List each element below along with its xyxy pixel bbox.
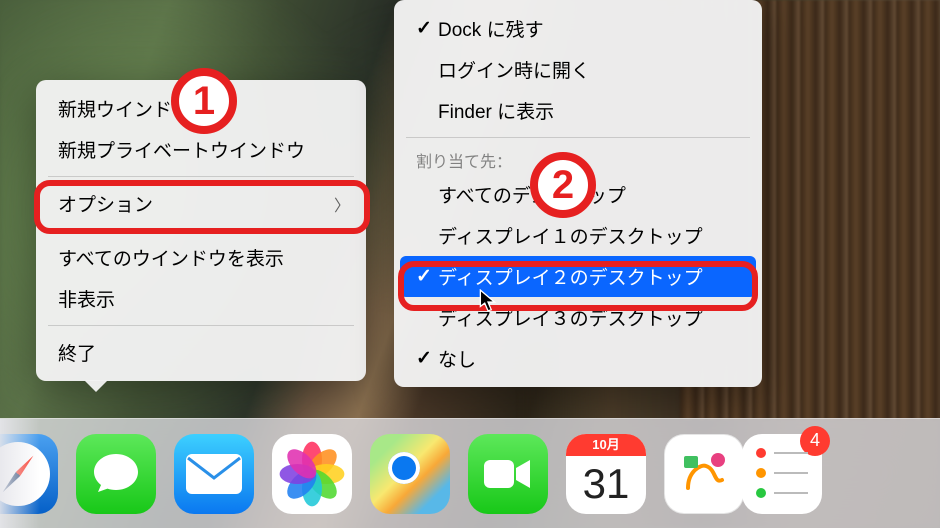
menu-new-private-window[interactable]: 新規プライベートウインドウ	[36, 129, 366, 170]
menu-item-label: すべてのウインドウを表示	[58, 244, 284, 271]
dock-reminders-icon[interactable]: 4	[742, 434, 822, 514]
menu-item-label: Dock に残す	[438, 15, 544, 42]
menu-separator	[406, 137, 750, 138]
menu-hide[interactable]: 非表示	[36, 278, 366, 319]
menu-item-label: Finder に表示	[438, 97, 554, 124]
submenu-open-at-login[interactable]: ログイン時に開く	[394, 49, 762, 90]
submenu-show-in-finder[interactable]: Finder に表示	[394, 90, 762, 131]
menu-pointer-icon	[84, 380, 108, 392]
dock-calendar-icon[interactable]: 10月 31	[566, 434, 646, 514]
badge-count: 4	[810, 430, 820, 451]
menu-item-label: 非表示	[58, 285, 115, 312]
dock-facetime-icon[interactable]	[468, 434, 548, 514]
location-arrow-icon: ➤	[390, 453, 416, 484]
dock-maps-icon[interactable]: ➤	[370, 434, 450, 514]
menu-item-label: 新規プライベートウインドウ	[58, 136, 305, 163]
menu-item-label: ディスプレイ２のデスクトップ	[438, 263, 703, 290]
submenu-assign-display-3[interactable]: ディスプレイ３のデスクトップ	[394, 297, 762, 338]
dock-photos-icon[interactable]	[272, 434, 352, 514]
menu-separator	[48, 325, 354, 326]
menu-item-label: オプション	[58, 190, 153, 217]
menu-item-label: ディスプレイ３のデスクトップ	[438, 304, 703, 331]
annotation-number: 1	[193, 79, 215, 124]
dock-mail-icon[interactable]	[174, 434, 254, 514]
calendar-month-label: 10月	[566, 434, 646, 456]
menu-separator	[48, 176, 354, 177]
menu-separator	[48, 230, 354, 231]
check-icon: ✓	[416, 265, 438, 288]
notification-badge: 4	[800, 426, 830, 456]
submenu-assign-display-2[interactable]: ✓ ディスプレイ２のデスクトップ	[400, 256, 756, 297]
calendar-day-label: 31	[566, 456, 646, 512]
menu-options[interactable]: オプション 〉	[36, 183, 366, 224]
dock-safari-icon[interactable]	[0, 434, 58, 514]
annotation-number: 2	[552, 163, 574, 208]
mouse-cursor-icon	[479, 289, 497, 313]
chevron-right-icon: 〉	[334, 192, 350, 216]
dock-freeform-icon[interactable]	[664, 434, 744, 514]
menu-item-label: 終了	[58, 339, 96, 366]
menu-show-all-windows[interactable]: すべてのウインドウを表示	[36, 237, 366, 278]
submenu-keep-in-dock[interactable]: ✓ Dock に残す	[394, 8, 762, 49]
menu-item-label: なし	[438, 345, 476, 372]
menu-item-label: ログイン時に開く	[438, 56, 590, 83]
submenu-assign-none[interactable]: ✓ なし	[394, 338, 762, 379]
submenu-assign-display-1[interactable]: ディスプレイ１のデスクトップ	[394, 215, 762, 256]
menu-item-label: ディスプレイ１のデスクトップ	[438, 222, 703, 249]
dock-messages-icon[interactable]	[76, 434, 156, 514]
dock: ➤ 10月 31 4	[0, 418, 940, 528]
annotation-badge-2: 2	[530, 152, 596, 218]
check-icon: ✓	[416, 17, 438, 40]
check-icon: ✓	[416, 347, 438, 370]
annotation-badge-1: 1	[171, 68, 237, 134]
menu-quit[interactable]: 終了	[36, 332, 366, 373]
